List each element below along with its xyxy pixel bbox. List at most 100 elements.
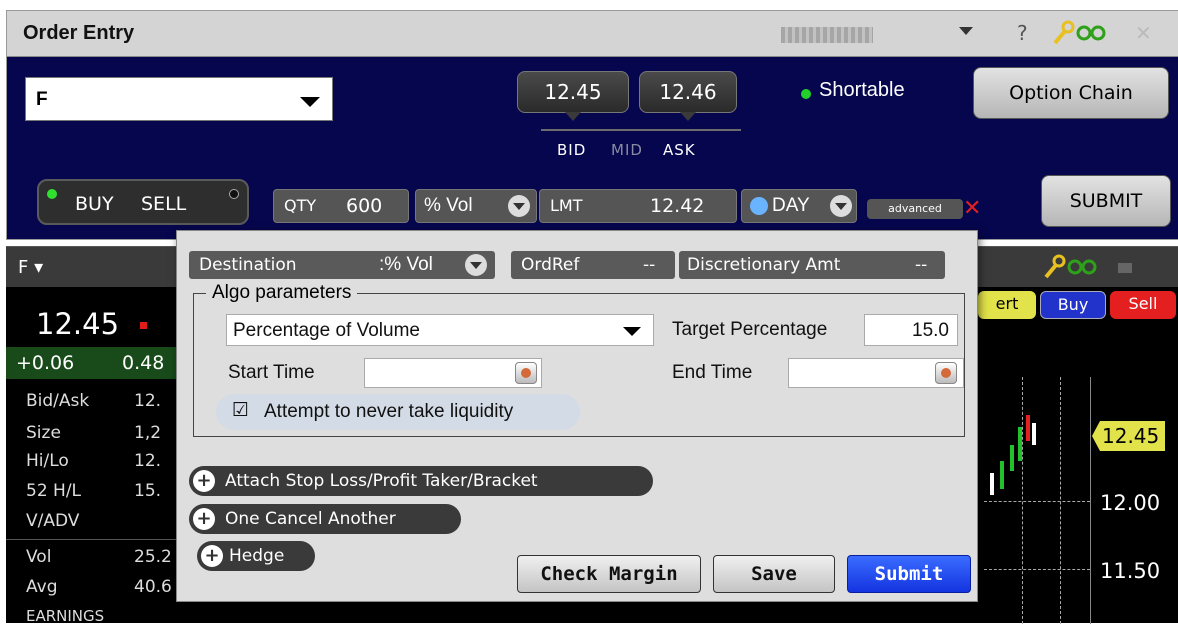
end-time-input[interactable] (788, 358, 964, 388)
account-id-redacted (781, 27, 873, 43)
symbol-value: F (36, 89, 48, 110)
buy-sell-toggle[interactable]: BUY SELL (37, 179, 249, 225)
candle-green (1000, 461, 1004, 489)
buy-option[interactable]: BUY (75, 193, 114, 215)
grid-line (984, 569, 1090, 570)
checkbox-checked-icon[interactable]: ☑ (232, 399, 249, 421)
target-percentage-input[interactable]: 15.0 (864, 314, 958, 346)
never-take-liquidity-label: Attempt to never take liquidity (264, 401, 514, 422)
advanced-tab[interactable]: advanced (867, 199, 963, 219)
target-percentage-value: 15.0 (912, 320, 949, 341)
discretionary-label: Discretionary Amt (687, 255, 841, 275)
chevron-down-icon (830, 195, 852, 217)
candle-white (990, 473, 994, 495)
save-button[interactable]: Save (713, 555, 835, 593)
never-take-liquidity-option[interactable]: ☑ Attempt to never take liquidity (216, 394, 580, 430)
check-margin-button[interactable]: Check Margin (517, 555, 701, 593)
tif-dropdown[interactable]: DAY (741, 189, 857, 223)
price-change-pct: 0.48 (122, 352, 165, 374)
chevron-down-icon (300, 97, 320, 107)
ordref-value: -- (643, 255, 656, 275)
alert-button[interactable]: ert (978, 291, 1036, 319)
one-cancel-another-button[interactable]: + One Cancel Another (189, 504, 461, 534)
quantity-field[interactable]: QTY 600 (273, 189, 409, 223)
submit-button[interactable]: Submit (847, 555, 971, 593)
buy-indicator-icon (47, 189, 57, 199)
quote-row-value: 40.6 (134, 577, 172, 597)
start-time-label: Start Time (228, 362, 315, 383)
link-icon[interactable] (1075, 21, 1109, 49)
quote-row-label: Vol (26, 547, 52, 567)
algo-type-value: % Vol (424, 195, 473, 216)
algo-strategy-dropdown[interactable]: Percentage of Volume (226, 314, 654, 346)
start-time-input[interactable] (364, 358, 542, 388)
bid-price: 12.45 (544, 80, 602, 104)
option-chain-button[interactable]: Option Chain (973, 67, 1169, 119)
plus-icon: + (193, 508, 215, 530)
divider (6, 539, 176, 540)
bid-ask-divider (541, 129, 741, 131)
quote-row-label: Hi/Lo (26, 451, 69, 471)
plus-icon: + (193, 470, 215, 492)
candle-red (1026, 415, 1030, 441)
shortable-indicator-icon (801, 89, 811, 99)
quote-row-label: Size (26, 423, 61, 443)
limit-price-field[interactable]: LMT 12.42 (539, 189, 737, 223)
mid-label: MID (611, 141, 643, 159)
ask-price-box[interactable]: 12.46 (639, 71, 737, 121)
order-entry-titlebar: Order Entry ? ✕ (7, 11, 1178, 57)
discretionary-value: -- (915, 255, 928, 275)
candle-white (1032, 423, 1036, 445)
candle-green (1010, 445, 1014, 471)
y-tick-label: 12.00 (1100, 491, 1161, 515)
minimize-icon[interactable] (1118, 263, 1132, 273)
advanced-order-panel: Destination :% Vol OrdRef -- Discretiona… (176, 230, 978, 602)
sell-indicator-icon (229, 189, 239, 199)
clock-icon (750, 197, 768, 215)
attach-bracket-button[interactable]: + Attach Stop Loss/Profit Taker/Bracket (189, 466, 653, 496)
submit-order-button[interactable]: SUBMIT (1041, 175, 1171, 227)
algo-type-dropdown[interactable]: % Vol (415, 189, 537, 223)
chart-buy-button[interactable]: Buy (1040, 291, 1106, 319)
chevron-down-icon (465, 254, 487, 276)
hedge-button[interactable]: + Hedge (197, 541, 315, 571)
link-icon[interactable] (1066, 255, 1100, 283)
symbol-dropdown[interactable]: F (25, 77, 333, 121)
wrench-icon[interactable] (1051, 19, 1075, 51)
plus-icon: + (201, 545, 223, 567)
shortable-status: Shortable (819, 79, 905, 101)
bid-price-box[interactable]: 12.45 (517, 71, 629, 121)
quote-symbol-selector[interactable]: F ▾ (18, 257, 43, 278)
help-icon[interactable]: ? (1017, 21, 1028, 45)
last-price: 12.45 (36, 307, 120, 341)
chart-sell-button[interactable]: Sell (1110, 291, 1176, 319)
price-axis (1090, 377, 1091, 624)
quote-row-value: 1,2 (134, 423, 162, 443)
algo-parameters-group: Algo parameters Percentage of Volume Tar… (193, 282, 965, 437)
quote-row-value: 15. (134, 481, 162, 501)
ask-label: ASK (663, 141, 696, 159)
algo-parameters-legend: Algo parameters (206, 282, 358, 304)
window-menu-icon[interactable] (959, 27, 973, 35)
order-type-label: LMT (550, 196, 583, 215)
destination-dropdown[interactable]: Destination :% Vol (189, 251, 495, 279)
close-advanced-icon[interactable]: ✕ (963, 198, 985, 220)
calendar-icon[interactable] (935, 362, 957, 384)
qty-value: 600 (346, 195, 383, 217)
wrench-icon[interactable] (1042, 253, 1066, 285)
end-time-label: End Time (672, 362, 753, 383)
ordref-field[interactable]: OrdRef -- (511, 251, 675, 279)
window-title: Order Entry (23, 22, 135, 44)
quote-symbol: F (18, 257, 29, 278)
tif-value: DAY (772, 195, 810, 216)
discretionary-amt-field[interactable]: Discretionary Amt -- (679, 251, 945, 279)
chevron-down-icon (508, 195, 530, 217)
candle-green (1018, 427, 1022, 461)
sell-option[interactable]: SELL (141, 193, 186, 215)
destination-label: Destination (199, 255, 297, 275)
calendar-icon[interactable] (515, 362, 537, 384)
price-change: +0.06 (16, 352, 75, 374)
bid-label: BID (557, 141, 587, 159)
close-icon[interactable]: ✕ (1135, 21, 1152, 45)
quote-row-label: Avg (26, 577, 58, 597)
